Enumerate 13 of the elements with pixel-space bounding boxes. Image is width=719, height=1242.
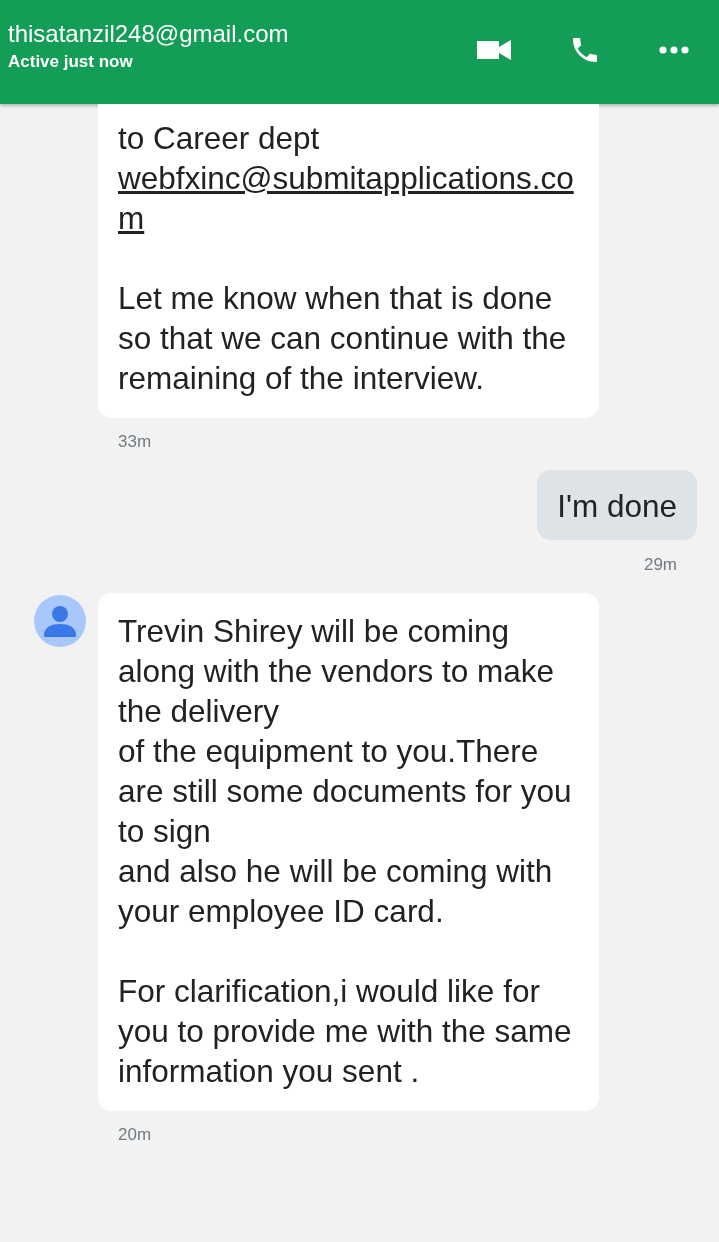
message-time: 20m — [117, 1124, 153, 1146]
message-text: Let me know when that is done so that we can continue with the remaining of the interview. — [118, 279, 568, 398]
contact-email: thisatanzil248@gmail.com — [8, 20, 289, 48]
message-time: 29m — [642, 554, 678, 576]
video-call-icon[interactable] — [477, 39, 511, 61]
active-status: Active just now — [8, 52, 134, 72]
more-icon[interactable] — [659, 46, 689, 54]
message-text: to Career dept — [118, 119, 321, 158]
message-text: Trevin Shirey will be coming along with the vendors to make the delivery of the equipment to you.There are still some documents for you to sign and also he will be coming with your employee ID card. — [118, 612, 573, 931]
message-time: 33m — [117, 431, 153, 453]
email-link[interactable]: webfxinc@submitapplications.com — [118, 158, 579, 238]
message-text: I'm done — [557, 487, 677, 526]
message-text: For clarification,i would like for you to provide me with the same information you sent . — [118, 972, 573, 1091]
